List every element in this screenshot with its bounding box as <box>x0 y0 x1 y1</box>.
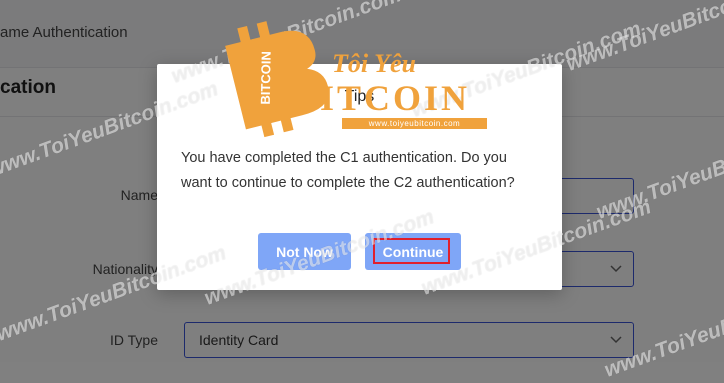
tips-dialog: Tips You have completed the C1 authentic… <box>157 64 562 290</box>
dialog-message: You have completed the C1 authentication… <box>181 150 515 191</box>
continue-button[interactable]: Continue <box>365 233 461 270</box>
dialog-title: Tips <box>344 88 375 105</box>
logo-url-text: www.toiyeubitcoin.com <box>342 118 487 129</box>
not-now-button[interactable]: Not Now <box>258 233 351 270</box>
